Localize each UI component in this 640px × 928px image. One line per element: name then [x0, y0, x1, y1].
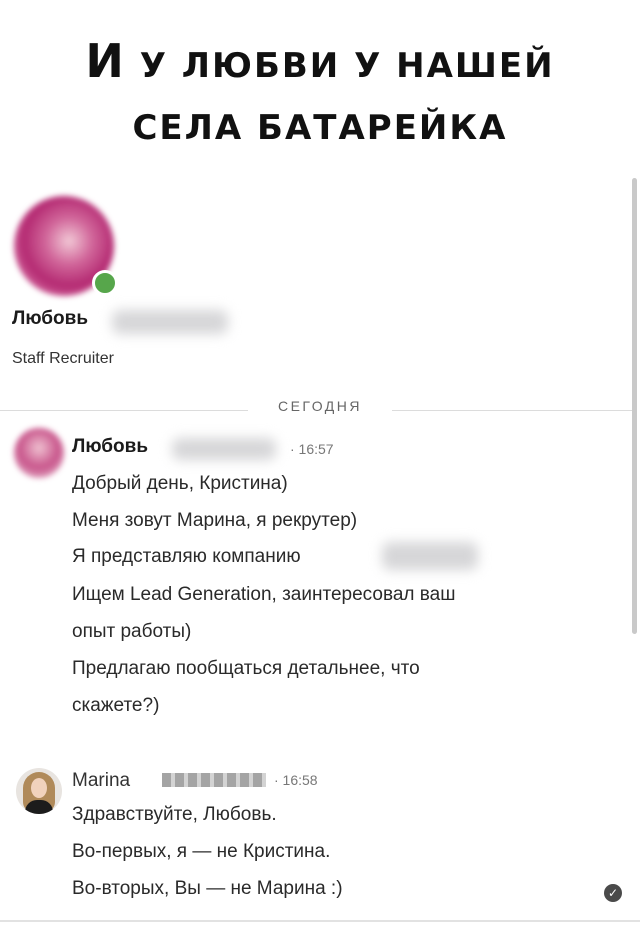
scrollbar[interactable] [632, 178, 637, 634]
divider-left [0, 410, 248, 411]
message-line: Предлагаю пообщаться детальнее, что [72, 658, 420, 679]
message-time: · 16:58 [274, 772, 318, 788]
meme-caption: И У ЛЮБВИ У НАШЕЙ СЕЛА БАТАРЕЙКА [0, 30, 640, 159]
sender-avatar[interactable] [14, 428, 64, 478]
message-line: опыт работы) [72, 621, 192, 642]
meme-caption-line1: У ЛЮБВИ У НАШЕЙ [125, 46, 555, 86]
bottom-divider [0, 920, 640, 922]
sender-avatar[interactable] [16, 768, 62, 814]
online-dot-icon [92, 270, 118, 296]
profile-role: Staff Recruiter [12, 350, 114, 367]
message-line: Я представляю компанию [72, 546, 301, 567]
meme-caption-line1-first-letter: И [85, 34, 126, 88]
message-line: Здравствуйте, Любовь. [72, 804, 277, 825]
redacted-sender-surname [162, 773, 266, 787]
message-line: Во-вторых, Вы — не Марина :) [72, 878, 343, 899]
redacted-surname [112, 310, 228, 334]
meme-caption-line2: СЕЛА БАТАРЕЙКА [132, 108, 508, 148]
message-sender[interactable]: Любовь [72, 436, 148, 458]
message-line: Во-первых, я — не Кристина. [72, 841, 331, 862]
message-line: Добрый день, Кристина) [72, 473, 288, 494]
message-time: · 16:57 [290, 441, 334, 457]
check-circle-icon: ✓ [604, 884, 622, 902]
profile-name[interactable]: Любовь [12, 308, 88, 330]
message-line: Меня зовут Марина, я рекрутер) [72, 510, 358, 531]
redacted-sender-surname [172, 438, 276, 460]
message-sender[interactable]: Marina [72, 770, 130, 792]
message-line: Ищем Lead Generation, заинтересовал ваш [72, 584, 456, 605]
divider-right [392, 410, 632, 411]
date-separator: СЕГОДНЯ [277, 398, 363, 414]
message-line: скажете?) [72, 695, 160, 716]
redacted-company-name [382, 542, 478, 570]
